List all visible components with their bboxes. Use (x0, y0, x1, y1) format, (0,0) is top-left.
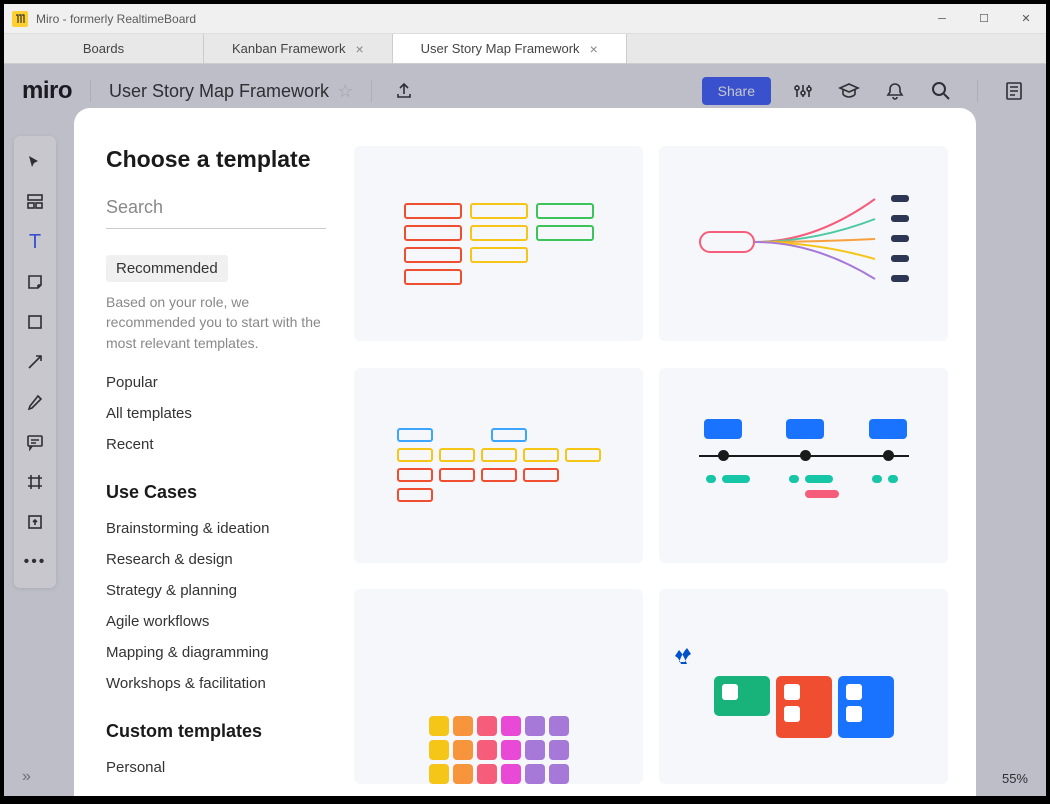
usecase-brainstorming[interactable]: Brainstorming & ideation (106, 513, 326, 544)
app-icon (12, 11, 28, 27)
modal-sidebar: Choose a template Search Recommended Bas… (74, 108, 344, 796)
close-button[interactable]: ✕ (1014, 9, 1038, 29)
close-icon[interactable]: × (590, 41, 598, 57)
category-all[interactable]: All templates (106, 398, 326, 429)
category-recent[interactable]: Recent (106, 429, 326, 460)
search-input[interactable]: Search (106, 197, 326, 229)
usecase-agile[interactable]: Agile workflows (106, 606, 326, 637)
window-title: Miro - formerly RealtimeBoard (36, 12, 930, 26)
template-kanban[interactable]: Kanban Framework (354, 146, 643, 352)
template-preview (659, 589, 948, 784)
template-confluence[interactable] (659, 589, 948, 784)
tab-kanban[interactable]: Kanban Framework × (204, 34, 393, 63)
template-name: Mind Map (659, 341, 948, 352)
template-preview (354, 589, 643, 784)
tab-label: Kanban Framework (232, 41, 345, 56)
template-user-story-map[interactable]: User Story Map Framework (354, 368, 643, 574)
tab-user-story-map[interactable]: User Story Map Framework × (393, 34, 627, 63)
atlassian-icon (673, 646, 693, 672)
template-retrospective[interactable] (354, 589, 643, 784)
template-name: Customer Journey Map (659, 563, 948, 574)
template-name: Kanban Framework (354, 341, 643, 352)
usecase-workshops[interactable]: Workshops & facilitation (106, 668, 326, 699)
tab-boards[interactable]: Boards (4, 34, 204, 63)
template-preview (354, 368, 643, 563)
window-title-bar: Miro - formerly RealtimeBoard ─ ☐ ✕ (4, 4, 1046, 34)
section-use-cases: Use Cases (106, 482, 326, 503)
template-grid: Kanban Framework (344, 108, 976, 796)
usecase-research[interactable]: Research & design (106, 544, 326, 575)
template-mindmap[interactable]: Mind Map (659, 146, 948, 352)
modal-title: Choose a template (106, 146, 326, 173)
template-modal: Choose a template Search Recommended Bas… (74, 108, 976, 796)
section-custom: Custom templates (106, 721, 326, 742)
custom-personal[interactable]: Personal (106, 752, 326, 783)
tab-strip: Boards Kanban Framework × User Story Map… (4, 34, 1046, 64)
template-preview (659, 368, 948, 563)
category-popular[interactable]: Popular (106, 367, 326, 398)
template-preview (659, 146, 948, 341)
template-customer-journey[interactable]: Customer Journey Map (659, 368, 948, 574)
tab-label: User Story Map Framework (421, 41, 580, 56)
template-preview (354, 146, 643, 341)
minimize-button[interactable]: ─ (930, 9, 954, 29)
close-icon[interactable]: × (355, 41, 363, 57)
tab-label: Boards (83, 41, 124, 56)
category-recommended[interactable]: Recommended (106, 255, 228, 282)
category-description: Based on your role, we recommended you t… (106, 292, 326, 353)
usecase-mapping[interactable]: Mapping & diagramming (106, 637, 326, 668)
maximize-button[interactable]: ☐ (972, 9, 996, 29)
template-name: User Story Map Framework (354, 563, 643, 574)
usecase-strategy[interactable]: Strategy & planning (106, 575, 326, 606)
